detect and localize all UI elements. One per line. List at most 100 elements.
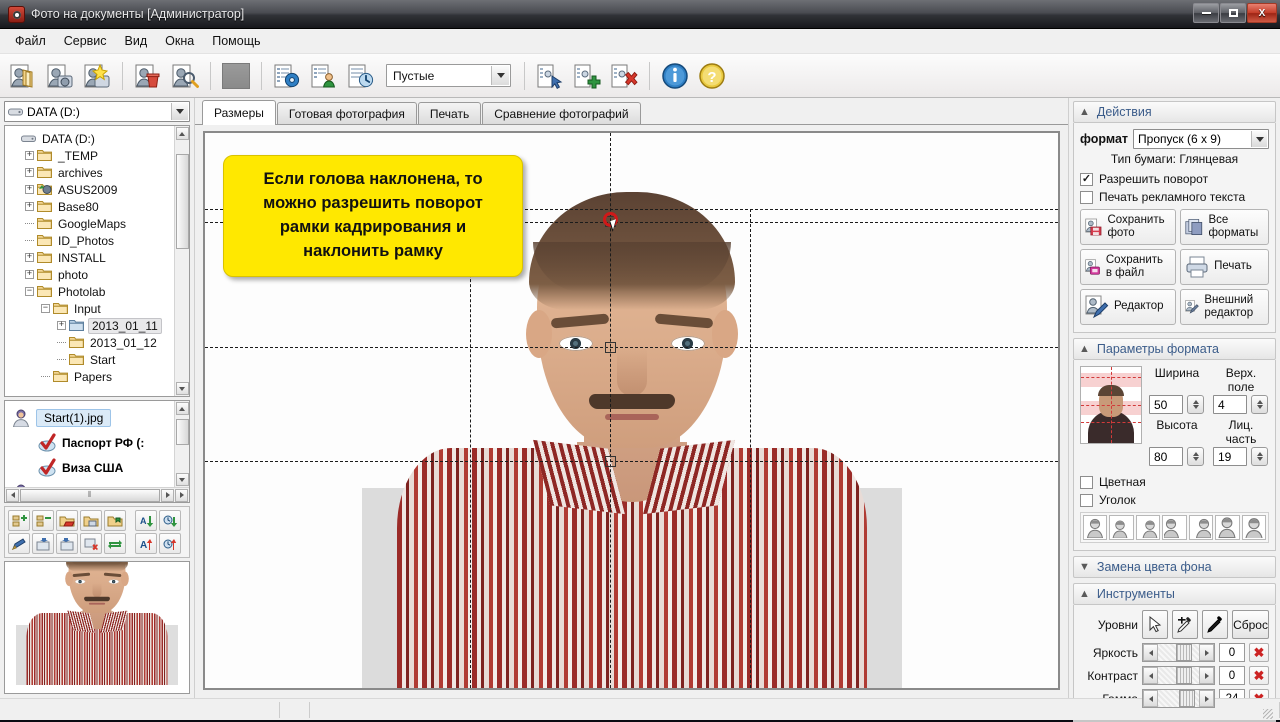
chevron-down-icon[interactable] [171,103,188,120]
remove-item-icon[interactable] [607,59,641,93]
head-pose-preset[interactable] [1189,515,1213,540]
chevron-down-icon[interactable] [1251,131,1267,147]
slider-left-icon[interactable] [1143,690,1158,707]
scroll-right-icon[interactable] [161,489,174,502]
tree-expander-icon[interactable]: + [25,202,34,211]
tree-item[interactable]: +_TEMP [9,147,174,164]
tab-ready-photo[interactable]: Готовая фотография [277,102,417,124]
slider-right-icon[interactable] [1199,667,1214,684]
cursor-arrow-icon[interactable] [1142,610,1168,639]
menu-item-help[interactable]: Помощь [204,31,268,51]
scroll-left-icon[interactable] [6,489,19,502]
tree-item[interactable]: +Base80 [9,198,174,215]
select-all-icon[interactable] [533,59,567,93]
tree-item[interactable]: +2013_01_11 [9,317,174,334]
edit-pen-icon[interactable] [8,533,30,554]
menu-item-windows[interactable]: Окна [157,31,202,51]
drive-select[interactable]: DATA (D:) [4,101,190,122]
list-item[interactable]: Start(1).jpg [11,405,174,430]
sort-time-desc-icon[interactable] [159,510,181,531]
face-part-spin-buttons[interactable] [1251,447,1268,466]
tree-item[interactable]: +archives [9,164,174,181]
tree-item[interactable]: +ASUS2009 [9,181,174,198]
contrast-slider[interactable] [1142,666,1215,685]
settings-icon[interactable] [270,59,304,93]
delete-photo-icon[interactable] [80,533,102,554]
tree-item[interactable]: 2013_01_12 [9,334,174,351]
width-spin-buttons[interactable] [1187,395,1204,414]
scroll-thumb[interactable] [176,419,189,445]
width-input[interactable]: 50 [1149,395,1183,414]
scroll-up-icon[interactable] [176,127,189,140]
remove-group-icon[interactable] [32,510,54,531]
section-header-format-params[interactable]: ▲ Параметры формата [1073,338,1276,360]
tree-item[interactable]: Start [9,351,174,368]
slider-left-icon[interactable] [1143,667,1158,684]
sort-time-asc-icon[interactable] [159,533,181,554]
menu-item-view[interactable]: Вид [117,31,156,51]
contrast-track[interactable] [1158,667,1199,684]
crop-handle-chin[interactable] [605,456,616,467]
all-formats-button[interactable]: Все форматы [1180,209,1269,245]
tree-expander-icon[interactable]: − [25,287,34,296]
scroll-up-icon[interactable] [176,402,189,415]
file-hscrollbar[interactable]: ⦀ [5,487,189,502]
open-photo-icon[interactable] [6,59,40,93]
tree-scrollbar[interactable] [174,126,189,396]
face-part-input[interactable]: 19 [1213,447,1247,466]
corner-row[interactable]: Уголок [1080,493,1269,507]
open-folder-icon[interactable] [56,510,78,531]
color-checkbox[interactable] [1080,476,1093,489]
tab-compare[interactable]: Сравнение фотографий [482,102,640,124]
resize-grip-icon[interactable] [1263,709,1273,719]
top-margin-input[interactable]: 4 [1213,395,1247,414]
file-scrollbar[interactable] [174,401,189,487]
brightness-track[interactable] [1158,644,1199,661]
head-pose-preset[interactable] [1083,515,1107,540]
gamma-track[interactable] [1158,690,1199,707]
folder-tree[interactable]: DATA (D:)+_TEMP+archives+ASUS2009+Base80… [5,126,174,396]
swap-icon[interactable] [104,533,126,554]
scroll-down-icon[interactable] [176,382,189,395]
tree-item[interactable]: Papers [9,368,174,385]
save-folder-icon[interactable] [80,510,102,531]
head-pose-preset[interactable] [1109,515,1133,540]
next-photo-icon[interactable] [56,533,78,554]
reset-button[interactable]: Сброс [1232,610,1269,639]
tree-expander-icon[interactable]: + [25,253,34,262]
new-photo-icon[interactable] [80,59,114,93]
scroll-end-icon[interactable] [175,489,188,502]
sort-az-asc-icon[interactable]: A [135,533,157,554]
person-list-icon[interactable] [307,59,341,93]
tab-sizes[interactable]: Размеры [202,100,276,125]
contrast-clear-icon[interactable]: ✖ [1249,666,1269,685]
crop-handle-eyes[interactable] [605,342,616,353]
color-row[interactable]: Цветная [1080,475,1269,489]
add-group-icon[interactable] [8,510,30,531]
tree-item[interactable]: −Photolab [9,283,174,300]
photo-camera-icon[interactable] [43,59,77,93]
print-button[interactable]: Печать [1180,249,1269,285]
scroll-down-icon[interactable] [176,473,189,486]
slider-right-icon[interactable] [1199,690,1214,707]
head-pose-preset[interactable] [1136,515,1160,540]
history-icon[interactable] [344,59,378,93]
gamma-slider[interactable] [1142,689,1215,708]
close-button[interactable]: X [1247,3,1277,23]
head-pose-preset[interactable] [1242,515,1266,540]
brightness-slider[interactable] [1142,643,1215,662]
maximize-button[interactable] [1220,3,1246,23]
head-pose-preset[interactable] [1162,515,1186,540]
prev-photo-icon[interactable] [32,533,54,554]
allow-rotate-checkbox[interactable] [1080,173,1093,186]
tree-expander-icon[interactable]: + [25,168,34,177]
add-item-icon[interactable] [570,59,604,93]
crop-guide-vertical-right[interactable] [750,209,751,688]
corner-checkbox[interactable] [1080,494,1093,507]
external-editor-button[interactable]: Внешний редактор [1180,289,1269,325]
print-ad-text-checkbox[interactable] [1080,191,1093,204]
height-spin-buttons[interactable] [1187,447,1204,466]
file-list[interactable]: Start(1).jpgПаспорт РФ (:Виза СШАStart.j… [5,401,174,487]
scroll-thumb[interactable] [176,154,189,249]
menu-item-service[interactable]: Сервис [56,31,115,51]
